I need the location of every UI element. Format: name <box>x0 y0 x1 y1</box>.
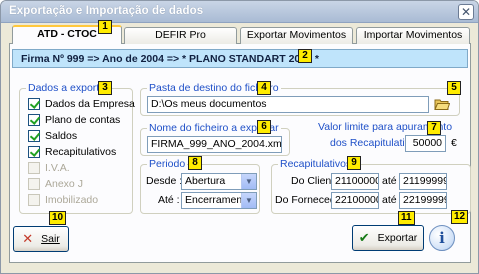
checkbox-label: Anexo J <box>45 178 83 190</box>
checkbox-plano-contas[interactable]: Plano de contas <box>28 113 120 127</box>
period-from-select[interactable]: Abertura ▼ <box>181 173 257 190</box>
annotation-badge: 1 <box>98 20 112 34</box>
annotation-badge: 6 <box>257 120 271 134</box>
checkmark-icon: ✔ <box>358 230 370 245</box>
chevron-down-icon[interactable]: ▼ <box>241 174 256 189</box>
checkbox-anexo-j: Anexo J <box>28 177 83 191</box>
tab-strip: ATD - CTOC DEFIR Pro Exportar Movimentos… <box>9 25 471 44</box>
checkbox-dados-empresa[interactable]: Dados da Empresa <box>28 97 135 111</box>
period-to-label: Até : <box>158 194 180 206</box>
recap-supplier-label: Do Forneced. <box>275 194 339 206</box>
recap-ate-label: até <box>382 175 397 187</box>
close-icon: ✕ <box>22 231 34 246</box>
filename-input[interactable]: FIRMA_999_ANO_2004.xml <box>147 136 282 153</box>
export-data-group: Dados a exportar Dados da Empresa Plano … <box>19 82 135 214</box>
checkbox-label: Recapitulativos <box>45 146 117 158</box>
tab-exportar-movimentos[interactable]: Exportar Movimentos <box>240 27 353 44</box>
checkbox-label: Dados da Empresa <box>45 98 135 110</box>
tab-importar-movimentos[interactable]: Importar Movimentos <box>356 27 470 44</box>
checkbox-label: Plano de contas <box>45 114 121 126</box>
tab-defir-pro[interactable]: DEFIR Pro <box>124 27 237 44</box>
annotation-badge: 9 <box>347 156 361 170</box>
currency-symbol: € <box>451 137 457 149</box>
checkbox-recapitulativos[interactable]: Recapitulativos <box>28 145 116 159</box>
checkbox-box[interactable] <box>28 130 40 142</box>
checkbox-imobilizado: Imobilizado <box>28 193 98 207</box>
checkbox-box <box>28 162 40 174</box>
annotation-badge: 11 <box>398 211 415 225</box>
checkbox-label: Imobilizado <box>45 194 99 206</box>
recap-supplier-from-input[interactable]: 221000000 <box>331 192 379 209</box>
checkbox-box <box>28 194 40 206</box>
checkbox-box <box>28 178 40 190</box>
recap-client-to-input[interactable]: 211999999 <box>399 173 447 190</box>
info-icon[interactable]: i <box>429 225 455 251</box>
folder-open-icon[interactable] <box>433 96 451 112</box>
company-banner: Firma Nº 999 => Ano de 2004 => * PLANO S… <box>12 49 468 68</box>
destination-group: Pasta de destino do ficheiro D:\Os meus … <box>140 82 460 116</box>
annotation-badge: 5 <box>447 81 461 95</box>
checkbox-box[interactable] <box>28 98 40 110</box>
destination-path-input[interactable]: D:\Os meus documentos <box>147 96 429 113</box>
annotation-badge: 12 <box>451 210 469 224</box>
checkbox-label: I.V.A. <box>45 162 70 174</box>
checkbox-box[interactable] <box>28 114 40 126</box>
annotation-badge: 8 <box>188 156 202 170</box>
annotation-badge: 10 <box>49 211 67 225</box>
exit-button[interactable]: ✕ Sair <box>13 226 69 252</box>
annotation-badge: 4 <box>257 81 271 95</box>
checkbox-label: Saldos <box>45 130 78 142</box>
recap-ate-label: até <box>382 194 397 206</box>
title-bar: Exportação e Importação de dados ✕ <box>1 1 478 23</box>
checkbox-iva: I.V.A. <box>28 161 70 175</box>
export-button[interactable]: ✔ Exportar <box>352 225 424 251</box>
window-title: Exportação e Importação de dados <box>9 5 204 17</box>
period-from-value: Abertura <box>185 175 226 187</box>
recap-label: Recapitulativos <box>278 158 354 170</box>
close-icon[interactable]: ✕ <box>458 4 474 20</box>
export-import-window: Exportação e Importação de dados ✕ ATD -… <box>0 0 479 274</box>
period-label: Periodo <box>147 158 188 170</box>
recap-supplier-to-input[interactable]: 221999999 <box>399 192 447 209</box>
period-from-label: Desde : <box>146 175 183 187</box>
chevron-down-icon[interactable]: ▼ <box>241 193 256 208</box>
annotation-badge: 3 <box>98 81 112 95</box>
period-to-select[interactable]: Encerramento ▼ <box>181 192 257 209</box>
exit-button-label: Sair <box>41 233 60 245</box>
annotation-badge: 2 <box>298 49 312 63</box>
checkbox-box[interactable] <box>28 146 40 158</box>
annotation-badge: 7 <box>427 121 441 135</box>
limit-value-input[interactable]: 50000 <box>405 135 446 152</box>
checkbox-saldos[interactable]: Saldos <box>28 129 77 143</box>
recap-client-from-input[interactable]: 211000000 <box>331 173 379 190</box>
export-button-label: Exportar <box>377 232 418 244</box>
